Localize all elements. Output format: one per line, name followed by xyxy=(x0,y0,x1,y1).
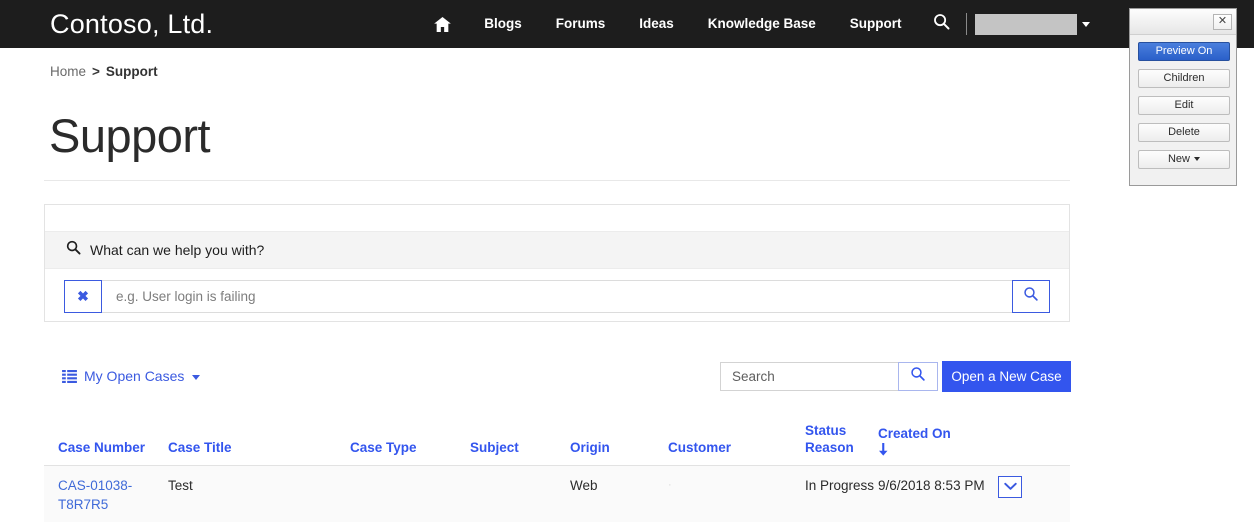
column-header-subject[interactable]: Subject xyxy=(470,439,570,465)
search-icon xyxy=(1023,286,1039,307)
nav-item-blogs[interactable]: Blogs xyxy=(467,0,539,48)
case-number-link[interactable]: CAS-01038-T8R7R5 xyxy=(58,478,132,512)
cell-case-number: CAS-01038-T8R7R5 xyxy=(44,476,168,514)
grid-header-row: Case Number Case Title Case Type Subject… xyxy=(44,414,1070,466)
view-selector[interactable]: My Open Cases xyxy=(62,368,201,384)
table-row[interactable]: CAS-01038-T8R7R5 Test Web · In Progress … xyxy=(44,466,1070,522)
delete-button[interactable]: Delete xyxy=(1138,123,1230,142)
account-menu[interactable] xyxy=(974,13,1094,35)
help-search-row: ✖ xyxy=(45,269,1069,313)
nav-item-forums[interactable]: Forums xyxy=(539,0,623,48)
help-search-card-spacer xyxy=(45,205,1069,231)
breadcrumb: Home > Support xyxy=(50,64,158,79)
column-header-actions xyxy=(990,456,1030,465)
new-dropdown-label: New xyxy=(1167,153,1190,165)
clear-x-icon[interactable]: ✖ xyxy=(64,280,102,313)
cms-edit-panel-titlebar: ✕ xyxy=(1130,9,1236,35)
open-new-case-button[interactable]: Open a New Case xyxy=(942,361,1071,392)
cell-customer: · xyxy=(668,479,672,491)
column-header-created-on-label: Created On xyxy=(878,426,951,441)
top-navbar: Contoso, Ltd. Blogs Forums Ideas Knowled… xyxy=(0,0,1254,48)
grid-search-input[interactable] xyxy=(720,362,898,391)
row-menu-button[interactable] xyxy=(998,476,1022,498)
help-search-heading: What can we help you with? xyxy=(45,231,1069,269)
list-icon xyxy=(62,369,77,383)
column-header-case-number[interactable]: Case Number xyxy=(44,439,168,465)
title-divider xyxy=(44,180,1070,181)
column-header-case-title[interactable]: Case Title xyxy=(168,439,350,465)
cases-grid: Case Number Case Title Case Type Subject… xyxy=(44,414,1070,522)
help-search-card: What can we help you with? ✖ xyxy=(44,204,1070,322)
column-header-status-reason[interactable]: Status Reason xyxy=(805,422,878,465)
nav-item-knowledge-base[interactable]: Knowledge Base xyxy=(691,0,833,48)
column-header-created-on[interactable]: Created On xyxy=(878,425,990,465)
nav-divider xyxy=(965,13,967,35)
nav-search-button[interactable] xyxy=(919,13,964,35)
caret-down-icon xyxy=(1194,157,1200,162)
cell-case-title: Test xyxy=(168,478,193,493)
page-title: Support xyxy=(49,109,211,162)
column-header-case-type[interactable]: Case Type xyxy=(350,439,470,465)
view-selector-label: My Open Cases xyxy=(84,368,185,384)
nav-item-home[interactable] xyxy=(418,16,467,32)
cell-origin: Web xyxy=(570,478,598,493)
search-icon xyxy=(910,366,926,387)
arrow-down-icon xyxy=(878,443,990,456)
help-search-submit-button[interactable] xyxy=(1012,280,1050,313)
cms-edit-panel: ✕ Preview On Children Edit Delete New xyxy=(1129,8,1237,186)
chevron-down-icon xyxy=(1081,21,1090,27)
caret-down-icon xyxy=(192,375,201,380)
grid-search-button[interactable] xyxy=(898,362,938,391)
breadcrumb-current: Support xyxy=(105,64,158,79)
cell-status-reason: In Progress xyxy=(805,478,875,493)
breadcrumb-separator: > xyxy=(92,64,100,79)
search-icon xyxy=(66,240,81,260)
column-header-origin[interactable]: Origin xyxy=(570,439,668,465)
cms-edit-panel-body: Preview On Children Edit Delete New xyxy=(1130,35,1236,185)
search-icon xyxy=(933,13,950,35)
grid-search xyxy=(720,362,938,391)
column-header-customer[interactable]: Customer xyxy=(668,439,805,465)
site-brand[interactable]: Contoso, Ltd. xyxy=(50,9,213,40)
nav-item-ideas[interactable]: Ideas xyxy=(622,0,691,48)
help-search-heading-text: What can we help you with? xyxy=(90,242,265,258)
primary-nav: Blogs Forums Ideas Knowledge Base Suppor… xyxy=(418,0,1093,48)
breadcrumb-home[interactable]: Home xyxy=(50,64,86,79)
chevron-down-icon xyxy=(1003,478,1017,496)
cell-created-on: 9/6/2018 8:53 PM xyxy=(878,478,985,493)
new-dropdown-button[interactable]: New xyxy=(1138,150,1230,169)
edit-button[interactable]: Edit xyxy=(1138,96,1230,115)
cell-actions xyxy=(990,476,1030,498)
preview-on-button[interactable]: Preview On xyxy=(1138,42,1230,61)
home-icon xyxy=(434,16,452,32)
account-name xyxy=(974,13,1077,35)
help-search-input[interactable] xyxy=(102,280,1012,313)
nav-item-support[interactable]: Support xyxy=(833,0,919,48)
children-button[interactable]: Children xyxy=(1138,69,1230,88)
support-page: Contoso, Ltd. Blogs Forums Ideas Knowled… xyxy=(0,0,1254,526)
close-icon[interactable]: ✕ xyxy=(1213,13,1232,30)
